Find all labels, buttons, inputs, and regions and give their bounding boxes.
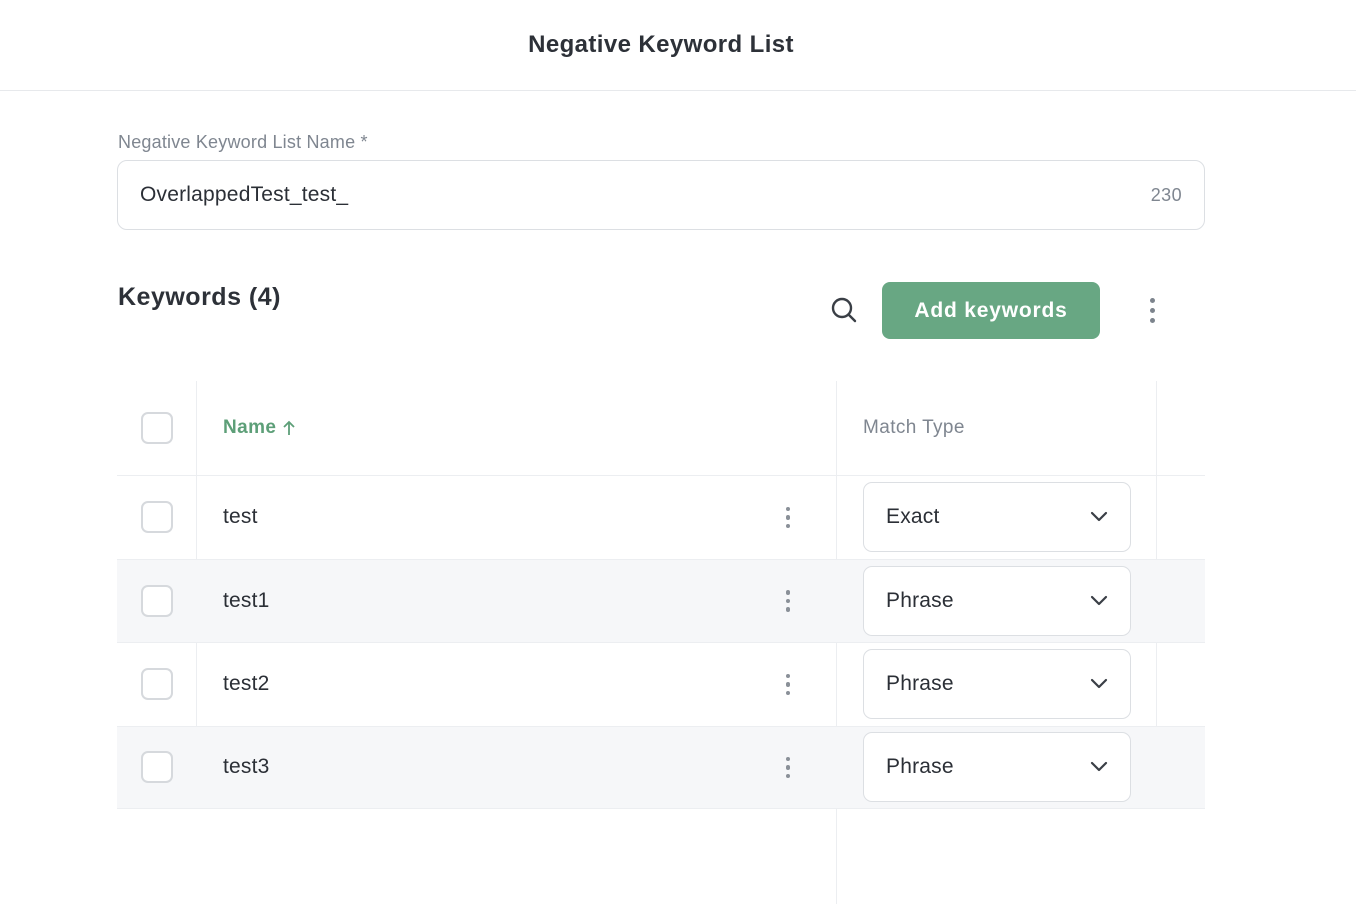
match-type-select[interactable]: Phrase [863,649,1131,720]
table-row: test1 Phrase [117,558,1205,642]
list-name-value[interactable]: OverlappedTest_test_ [140,183,1151,207]
row-checkbox[interactable] [141,668,173,701]
table-row: test Exact [117,475,1205,559]
row-checkbox[interactable] [141,584,173,617]
match-type-value: Phrase [886,672,954,696]
keywords-heading: Keywords (4) [118,283,281,311]
match-type-select[interactable]: Exact [863,482,1131,553]
table-row: test2 Phrase [117,642,1205,726]
more-vertical-icon [785,756,791,761]
more-vertical-icon [785,673,791,678]
keyword-name: test [223,505,258,529]
search-button[interactable] [826,292,862,328]
match-type-value: Phrase [886,588,954,612]
page-header: Negative Keyword List [0,0,1356,91]
add-keywords-button[interactable]: Add keywords [882,282,1100,339]
row-checkbox[interactable] [141,501,173,534]
row-menu-button[interactable] [777,586,799,616]
page-title: Negative Keyword List [528,31,794,58]
list-name-label: Negative Keyword List Name * [118,132,368,152]
more-vertical-icon [1149,297,1155,303]
row-checkbox[interactable] [141,751,173,784]
sort-ascending-icon [283,420,295,435]
chevron-down-icon [1090,679,1108,689]
more-vertical-icon [785,590,791,595]
list-name-input[interactable]: OverlappedTest_test_ 230 [117,160,1205,230]
match-type-select[interactable]: Phrase [863,732,1131,803]
match-type-value: Phrase [886,755,954,779]
match-type-value: Exact [886,505,940,529]
keywords-table: Name Match Type test Exact test1 Phrase … [117,381,1205,904]
more-vertical-icon [785,506,791,511]
row-menu-button[interactable] [777,502,799,532]
table-row: test3 Phrase [117,725,1205,809]
char-counter: 230 [1150,184,1182,205]
chevron-down-icon [1090,595,1108,605]
name-column-header[interactable]: Name [223,417,296,439]
match-type-column-header: Match Type [863,417,965,438]
more-options-button[interactable] [1140,295,1164,325]
keyword-name: test2 [223,672,270,696]
row-menu-button[interactable] [777,752,799,782]
name-column-label: Name [223,417,277,438]
table-header-row: Name Match Type [117,381,1205,475]
select-all-checkbox[interactable] [141,412,173,444]
chevron-down-icon [1090,512,1108,522]
keyword-name: test1 [223,588,270,612]
keyword-name: test3 [223,755,270,779]
row-menu-button[interactable] [777,669,799,699]
chevron-down-icon [1090,762,1108,772]
match-type-select[interactable]: Phrase [863,565,1131,636]
search-icon [831,297,857,323]
